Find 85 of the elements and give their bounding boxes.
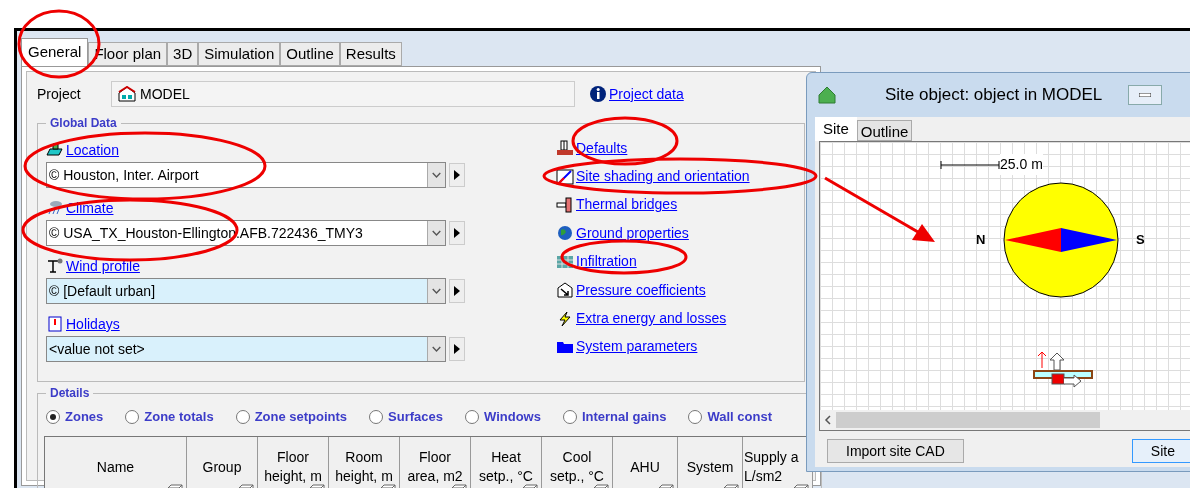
column-header[interactable]: Name [45, 437, 187, 488]
radio-button[interactable] [235, 410, 250, 424]
minimize-button[interactable] [1128, 85, 1163, 105]
settings-link[interactable]: Defaults [576, 137, 628, 159]
column-header[interactable]: Cool setp., °C [542, 437, 613, 488]
column-header[interactable]: Floor height, m [258, 437, 329, 488]
scale-label: 25.0 m [1000, 154, 1043, 175]
radio-button[interactable] [125, 410, 140, 424]
column-header[interactable]: System [678, 437, 743, 488]
scrollbar[interactable] [820, 410, 1190, 430]
building-drawing [1032, 352, 1094, 390]
chevron-down-icon [427, 163, 445, 187]
column-header[interactable]: Heat setp., °C [471, 437, 542, 488]
settings-link[interactable]: Site shading and orientation [576, 166, 750, 188]
radio-label: Zones [65, 408, 104, 427]
play-icon [453, 344, 461, 354]
tab[interactable]: Results [339, 42, 402, 66]
arrow-button[interactable] [449, 337, 465, 361]
tab[interactable]: Simulation [198, 42, 281, 66]
radio-button[interactable] [562, 410, 577, 424]
info-icon [589, 85, 607, 103]
chevron-down-icon [427, 221, 445, 245]
radio-button[interactable] [369, 410, 384, 424]
rain-cloud-icon [46, 200, 64, 216]
dropdown[interactable]: © [Default urban] [46, 278, 446, 304]
settings-link[interactable]: Infiltration [576, 251, 637, 273]
house-icon [118, 86, 136, 102]
thermal-bridge-icon [556, 196, 574, 213]
column-header[interactable]: Room height, m [329, 437, 400, 488]
dropdown[interactable]: <value not set> [46, 336, 446, 362]
radio-label: Zone totals [144, 408, 214, 427]
settings-link[interactable]: Thermal bridges [576, 194, 678, 216]
tab[interactable]: General [21, 38, 89, 66]
arrow-button[interactable] [449, 279, 465, 303]
settings-link[interactable]: Pressure coefficients [576, 279, 706, 301]
dialog-title: Site object: object in MODEL [885, 84, 1103, 107]
radio-label: Zone setpoints [254, 408, 348, 427]
globe-icon [556, 225, 574, 242]
dialog-button[interactable]: Site [1131, 439, 1190, 463]
radio-label: Wall const [707, 408, 772, 427]
house-arrow-icon [556, 282, 574, 299]
arrow-button[interactable] [449, 163, 465, 187]
column-header[interactable]: AHU [613, 437, 678, 488]
calendar-icon [46, 316, 64, 332]
north-label: N [976, 231, 986, 249]
tab[interactable]: 3D [167, 42, 199, 66]
tab[interactable]: Outline [856, 120, 913, 141]
settings-link[interactable]: System parameters [576, 336, 698, 358]
compass-icon [556, 168, 574, 185]
play-icon [453, 228, 461, 238]
chevron-down-icon [427, 279, 445, 303]
play-icon [453, 170, 461, 180]
column-header[interactable]: Floor area, m2 [400, 437, 471, 488]
scale-bar-icon [940, 159, 1000, 170]
field-link[interactable]: Wind profile [66, 255, 140, 277]
field-link[interactable]: Holidays [66, 313, 120, 335]
dialog-button[interactable]: Import site CAD [827, 439, 964, 463]
play-icon [453, 286, 461, 296]
project-value: MODEL [140, 84, 190, 104]
radio-label: Surfaces [388, 408, 443, 427]
radio-button[interactable] [688, 410, 703, 424]
brick-wall-icon [556, 140, 574, 157]
group-title: Global Data [49, 115, 118, 132]
column-header[interactable]: Group [187, 437, 258, 488]
lightning-icon [556, 310, 574, 327]
settings-link[interactable]: Extra energy and losses [576, 308, 727, 330]
minimize-icon [1139, 93, 1152, 97]
radio-label: Windows [484, 408, 541, 427]
settings-link[interactable]: Ground properties [576, 222, 689, 244]
radio-button[interactable] [46, 410, 60, 424]
field-link[interactable]: Location [66, 139, 119, 161]
wind-mast-icon [46, 258, 64, 274]
radio-button[interactable] [465, 410, 479, 424]
project-data-link[interactable]: Project data [609, 83, 684, 105]
group-title: Details [49, 385, 91, 402]
south-label: S [1136, 231, 1145, 249]
map-icon [46, 142, 64, 158]
chevron-down-icon [427, 337, 445, 361]
house-icon [817, 85, 837, 105]
dropdown[interactable]: © Houston, Inter. Airport [46, 162, 446, 188]
tab[interactable]: Outline [280, 42, 340, 66]
arrow-button[interactable] [449, 221, 465, 245]
radio-label: Internal gains [581, 408, 667, 427]
tab[interactable]: Site [815, 117, 857, 141]
project-label: Project [37, 84, 82, 104]
